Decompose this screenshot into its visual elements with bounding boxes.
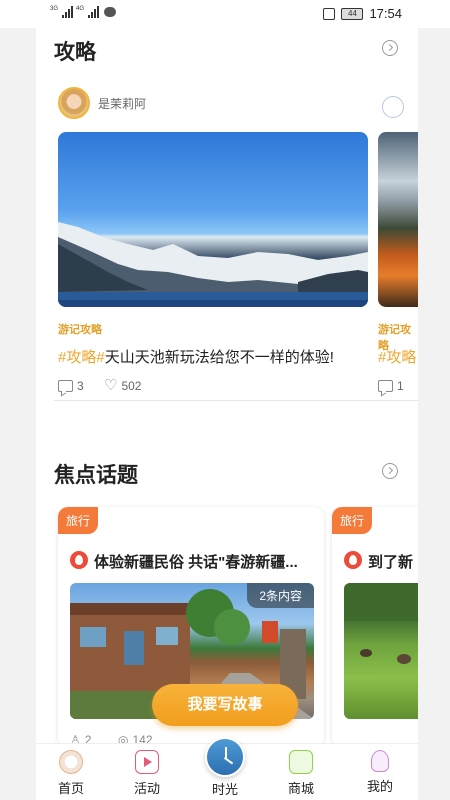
- status-bar: 3G 4G 44 17:54: [0, 0, 450, 28]
- post-author[interactable]: 是茉莉阿: [58, 87, 146, 119]
- topic-card[interactable]: 旅行 到了新: [332, 507, 418, 747]
- tab-time-label[interactable]: 时光: [195, 779, 255, 798]
- fire-icon: [344, 551, 362, 569]
- fire-icon: [70, 551, 88, 569]
- author-name[interactable]: 是茉莉阿: [98, 95, 146, 112]
- tab-mine[interactable]: 我的: [345, 744, 415, 795]
- post-cover-image[interactable]: [58, 132, 368, 307]
- home-icon: [59, 750, 83, 774]
- signal-strength-icon: [62, 6, 74, 18]
- post-title-next[interactable]: #攻略: [378, 346, 416, 367]
- topic-title[interactable]: 到了新: [368, 551, 413, 572]
- comment-icon: [378, 380, 393, 392]
- app-screen: 攻略 是茉莉阿 游记攻略 游记攻略 #攻略#天山天池新玩法给您不一样的体验! #…: [36, 0, 418, 800]
- tab-home-label: 首页: [57, 781, 84, 796]
- tab-mall-label: 商城: [287, 781, 314, 796]
- like-count[interactable]: ♡ 502: [104, 377, 142, 394]
- topics-more-arrow-icon[interactable]: [382, 463, 398, 479]
- comment-count-value: 3: [77, 379, 84, 393]
- tab-home[interactable]: 首页: [36, 744, 106, 797]
- status-left: 3G 4G: [50, 6, 117, 18]
- play-icon: [135, 750, 159, 774]
- section-title-topics: 焦点话题: [54, 464, 138, 487]
- profile-icon: [371, 750, 389, 772]
- battery-icon: 44: [341, 7, 364, 20]
- comment-count-value: 1: [397, 379, 404, 393]
- tab-activity[interactable]: 活动: [112, 744, 182, 797]
- content-count-badge: 2条内容: [247, 583, 314, 608]
- comment-count[interactable]: 3: [58, 379, 84, 393]
- signal2-tag: 4G: [76, 6, 85, 12]
- comment-count-next[interactable]: 1: [378, 379, 404, 393]
- signal1-tag: 3G: [50, 6, 59, 12]
- write-story-button[interactable]: 我要写故事: [152, 684, 298, 726]
- tab-activity-label: 活动: [133, 781, 160, 796]
- status-right: 44 17:54: [323, 6, 402, 21]
- meadow-illustration: [344, 583, 418, 664]
- topic-badge: 旅行: [332, 507, 373, 534]
- message-icon: [104, 7, 117, 17]
- signal-strength-icon: [88, 6, 100, 18]
- mountain-lake-illustration: [58, 222, 368, 307]
- post-cover-image-next[interactable]: [378, 132, 418, 307]
- tab-mall[interactable]: 商城: [266, 744, 336, 797]
- clock-icon[interactable]: [205, 737, 245, 777]
- status-time: 17:54: [369, 6, 402, 21]
- post-title-text[interactable]: 天山天池新玩法给您不一样的体验!: [105, 349, 334, 366]
- topic-badge: 旅行: [58, 507, 99, 534]
- guide-more-arrow-icon[interactable]: [382, 40, 398, 56]
- topic-cover-image[interactable]: [344, 583, 418, 719]
- heart-icon: ♡: [104, 377, 118, 394]
- avatar[interactable]: [382, 96, 404, 118]
- post-category[interactable]: 游记攻略: [58, 321, 102, 337]
- avatar[interactable]: [58, 87, 90, 119]
- post-title[interactable]: #攻略#天山天池新玩法给您不一样的体验!: [58, 346, 334, 367]
- post-hashtag[interactable]: #攻略#: [58, 349, 105, 366]
- section-divider: [54, 400, 418, 401]
- shopping-bag-icon: [289, 750, 313, 774]
- comment-icon: [58, 380, 73, 392]
- post-hashtag-next[interactable]: #攻略: [378, 349, 416, 366]
- vibrate-icon: [323, 7, 336, 20]
- like-count-value: 502: [121, 379, 142, 393]
- tab-mine-label: 我的: [366, 779, 393, 794]
- topic-title[interactable]: 体验新疆民俗 共话"春游新疆...: [94, 551, 298, 572]
- section-title-guide: 攻略: [54, 41, 96, 64]
